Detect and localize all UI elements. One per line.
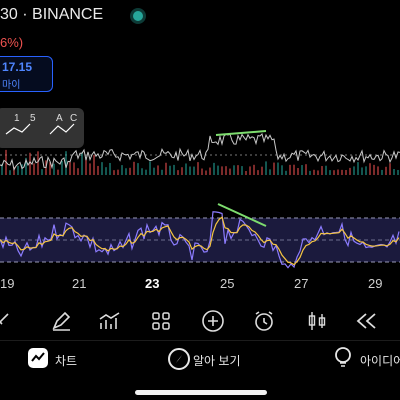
home-indicator (135, 390, 267, 395)
pen-icon[interactable] (48, 308, 74, 334)
nav-chart-label[interactable]: 차트 (55, 352, 77, 369)
pattern-marker: C (70, 113, 77, 124)
nav-ideas-label[interactable]: 아이디어 (360, 352, 400, 369)
pattern-icon-2 (49, 123, 75, 135)
plus-circle-icon[interactable] (200, 308, 226, 334)
candlestick-icon[interactable] (304, 308, 330, 334)
chart-nav-icon[interactable] (28, 348, 48, 368)
x-tick-label: 27 (294, 276, 308, 291)
pattern-marker: A (56, 113, 63, 124)
rewind-icon[interactable] (354, 308, 380, 334)
nav-explore-label[interactable]: 알아 보기 (193, 352, 241, 369)
price-tag-label: 마이 (2, 80, 21, 91)
compass-icon[interactable] (168, 348, 190, 370)
lightbulb-icon[interactable] (334, 347, 352, 367)
pattern-icon-1 (5, 123, 31, 135)
ruler-icon[interactable] (0, 308, 14, 334)
x-tick-label: 29 (368, 276, 382, 291)
x-tick-label: 23 (145, 276, 159, 291)
price-divergence-line (215, 130, 267, 136)
x-tick-label: 25 (220, 276, 234, 291)
x-tick-label: 19 (0, 276, 14, 291)
pattern-marker: 1 (14, 113, 20, 124)
symbol-title[interactable]: 30 · BINANCE (0, 6, 103, 24)
grid-icon[interactable] (148, 308, 174, 334)
pattern-marker: 5 (30, 113, 36, 124)
x-tick-label: 21 (72, 276, 86, 291)
pattern-tools[interactable]: 1 5 A C (0, 108, 84, 148)
price-tag-value: 17.15 (2, 60, 33, 74)
price-candles (1, 149, 399, 175)
price-change-percent: 6%) (0, 35, 24, 50)
indicator-icon[interactable] (97, 308, 123, 334)
market-status-dot (133, 11, 143, 21)
alarm-clock-icon[interactable] (251, 308, 277, 334)
